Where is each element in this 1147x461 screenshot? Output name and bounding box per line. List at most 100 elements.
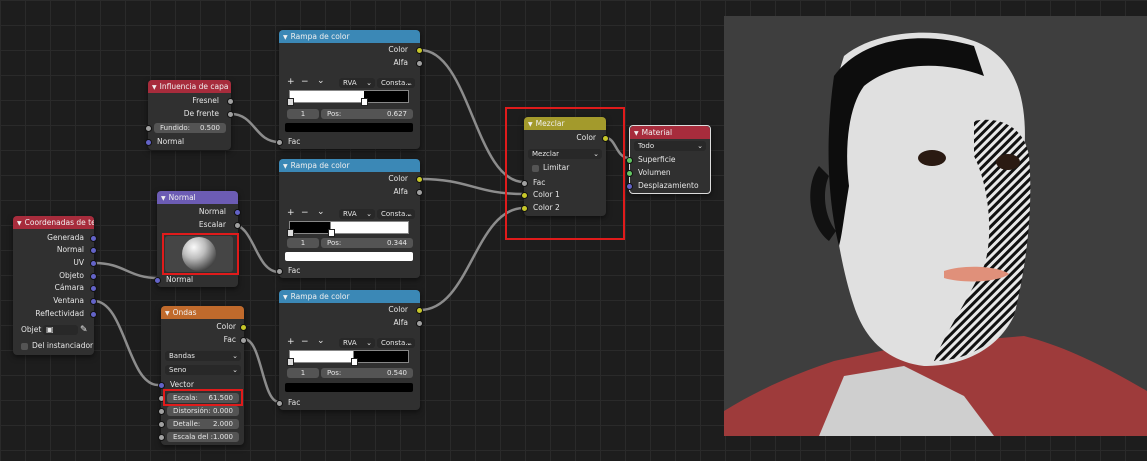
output-fac-socket[interactable] [240,337,247,344]
input-blend-socket[interactable] [145,125,152,132]
collapse-icon[interactable]: ▼ [283,163,288,170]
output-dot-socket[interactable] [234,222,241,229]
gradient-bar[interactable] [287,221,409,237]
output-normal-socket[interactable] [234,209,241,216]
input-volume-socket[interactable] [626,170,633,177]
material-header[interactable]: ▼ Material [630,126,710,139]
input-distortion-socket[interactable] [158,408,165,415]
output-color-socket[interactable] [240,324,247,331]
color-mode-dropdown[interactable]: RVA ⌄ [339,209,375,219]
remove-stop-button[interactable]: − [301,208,309,218]
stop-position-field[interactable]: Pos: 0.344 [321,238,413,248]
object-field[interactable]: ▣ [43,325,78,335]
input-fac-socket[interactable] [276,268,283,275]
add-stop-button[interactable]: + [287,77,295,87]
chevron-down-icon[interactable]: ⌄ [317,76,325,86]
color-ramp-node-3[interactable]: ▼ Rampa de color Color Alfa + − ⌄ RVA ⌄ Co… [276,290,423,410]
collapse-icon[interactable]: ▼ [161,195,166,202]
blend-field[interactable]: Fundido: 0.500 [154,123,226,133]
gradient-bar[interactable] [287,350,409,366]
blend-mode-dropdown[interactable]: Mezclar ⌄ [528,149,602,159]
ramp-header[interactable]: ▼ Rampa de color [279,159,420,172]
input-detail-socket[interactable] [158,421,165,428]
mix-header[interactable]: ▼ Mezclar [524,117,606,130]
output-color-socket[interactable] [416,47,423,54]
layer-weight-node[interactable]: ▼ Influencia de capa Fresnel De frente Fu… [145,80,234,150]
collapse-icon[interactable]: ▼ [165,310,170,317]
texcoord-header[interactable]: ▼Coordenadas de te... [13,216,94,229]
input-normal-socket[interactable] [154,277,161,284]
output-uv-socket[interactable] [90,260,97,267]
output-normal-socket[interactable] [90,247,97,254]
clamp-checkbox[interactable] [532,165,539,172]
target-dropdown[interactable]: Todo ⌄ [634,141,706,151]
add-stop-button[interactable]: + [287,208,295,218]
color-ramp-node-1[interactable]: ▼ Rampa de color Color Alfa + − ⌄ RVA ⌄ Co… [276,30,423,149]
distortion-field[interactable]: Distorsión: 0.000 [167,406,239,416]
input-normal-socket[interactable] [145,139,152,146]
output-color-socket[interactable] [416,176,423,183]
from-instancer-checkbox[interactable] [21,343,28,350]
material-output-node[interactable]: ▼ Material Todo ⌄ Superficie Volumen Despl… [626,125,711,194]
collapse-icon[interactable]: ▼ [152,84,157,91]
stop-index-field[interactable]: 1 [287,109,319,119]
normal-header[interactable]: ▼ Normal [157,191,238,204]
input-fac-socket[interactable] [276,400,283,407]
color-ramp-node-2[interactable]: ▼ Rampa de color Color Alfa + − ⌄ RVA ⌄ Co… [276,159,423,278]
stop-position-field[interactable]: Pos: 0.540 [321,368,413,378]
interpolation-dropdown[interactable]: Consta... ⌄ [377,78,415,88]
collapse-icon[interactable]: ▼ [283,294,288,301]
ramp-stop-marker-active[interactable] [360,98,368,106]
gradient-bar[interactable] [287,90,409,106]
collapse-icon[interactable]: ▼ [283,34,288,41]
collapse-icon[interactable]: ▼ [17,220,22,227]
input-displacement-socket[interactable] [626,183,633,190]
input-color2-socket[interactable] [521,205,528,212]
input-detail-scale-socket[interactable] [158,434,165,441]
wave-header[interactable]: ▼ Ondas [161,306,244,319]
stop-index-field[interactable]: 1 [287,368,319,378]
ramp-header[interactable]: ▼ Rampa de color [279,30,420,43]
ramp-header[interactable]: ▼ Rampa de color [279,290,420,303]
detail-scale-field[interactable]: Escala del : 1.000 [167,432,239,442]
interpolation-dropdown[interactable]: Consta... ⌄ [377,209,415,219]
output-alpha-socket[interactable] [416,320,423,327]
output-camera-socket[interactable] [90,285,97,292]
output-color-socket[interactable] [602,135,609,142]
output-reflection-socket[interactable] [90,311,97,318]
interpolation-dropdown[interactable]: Consta... ⌄ [377,338,415,348]
layer-weight-header[interactable]: ▼ Influencia de capa [148,80,231,93]
stop-color-swatch[interactable] [285,252,413,261]
stop-color-swatch[interactable] [285,123,413,132]
output-color-socket[interactable] [416,307,423,314]
ramp-stop-marker-active[interactable] [350,358,358,366]
ramp-stop-marker[interactable] [287,98,294,106]
input-vector-socket[interactable] [158,382,165,389]
normal-node[interactable]: ▼ Normal Normal Escalar Normal [154,191,241,287]
output-generated-socket[interactable] [90,235,97,242]
stop-color-swatch[interactable] [285,383,413,392]
mix-rgb-node[interactable]: ▼ Mezclar Color Mezclar ⌄ Limitar Fac Colo… [521,117,609,216]
detail-field[interactable]: Detalle: 2.000 [167,419,239,429]
output-window-socket[interactable] [90,298,97,305]
collapse-icon[interactable]: ▼ [634,130,639,137]
output-fresnel-socket[interactable] [227,98,234,105]
wave-texture-node[interactable]: ▼ Ondas Color Fac Bandas ⌄ Seno ⌄ Vector Es… [158,306,247,445]
input-fac-socket[interactable] [521,180,528,187]
ramp-stop-marker[interactable] [287,358,294,366]
output-alpha-socket[interactable] [416,60,423,67]
eyedropper-icon[interactable]: ✎ [80,325,88,335]
ramp-stop-marker-active[interactable] [327,229,335,237]
color-mode-dropdown[interactable]: RVA ⌄ [339,78,375,88]
remove-stop-button[interactable]: − [301,77,309,87]
texture-coordinate-node[interactable]: ▼Coordenadas de te... Generada Normal UV… [13,216,97,355]
chevron-down-icon[interactable]: ⌄ [317,336,325,346]
chevron-down-icon[interactable]: ⌄ [317,207,325,217]
output-alpha-socket[interactable] [416,189,423,196]
wave-type-dropdown[interactable]: Bandas ⌄ [165,351,241,361]
input-color1-socket[interactable] [521,192,528,199]
ramp-stop-marker[interactable] [287,229,294,237]
output-facing-socket[interactable] [227,111,234,118]
add-stop-button[interactable]: + [287,337,295,347]
output-object-socket[interactable] [90,273,97,280]
